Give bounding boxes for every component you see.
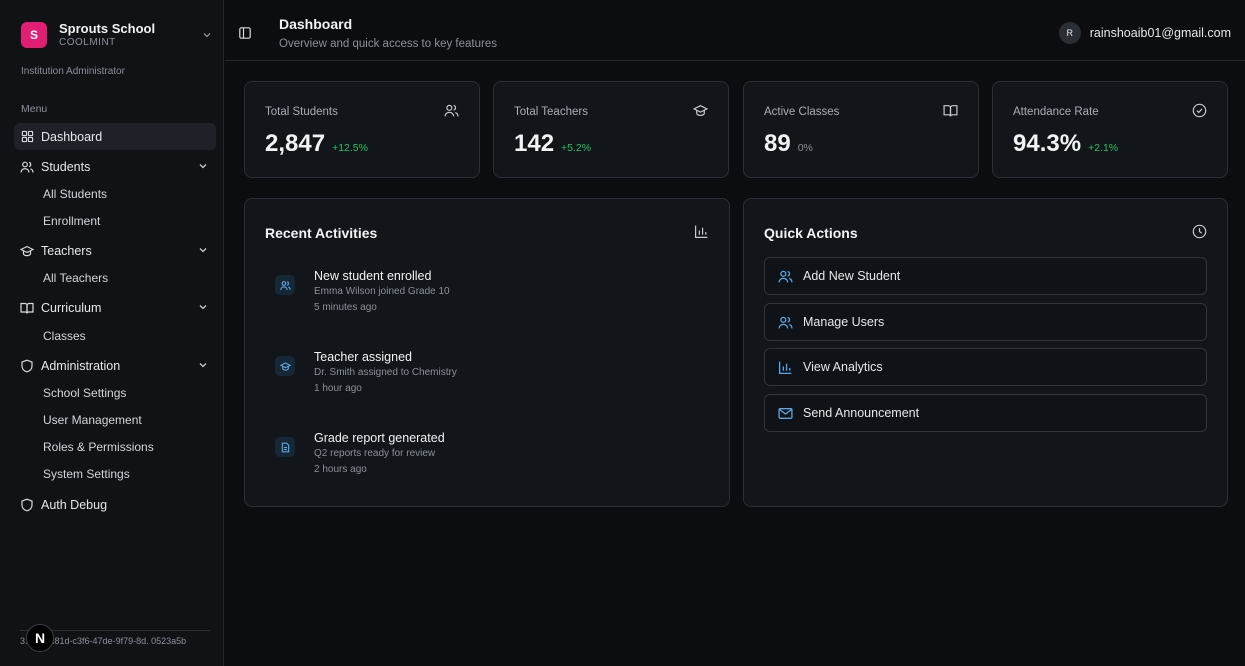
stat-card-active-classes: Active Classes 89 0% [743,81,979,178]
users-icon [778,316,793,328]
users-icon [275,275,295,295]
activity-item: Teacher assigned Dr. Smith assigned to C… [275,350,715,400]
stat-delta: +2.1% [1088,142,1119,154]
stat-delta: +5.2% [561,142,592,154]
sidebar-item-curriculum[interactable]: Curriculum [14,294,216,321]
stat-label: Total Students [265,106,338,118]
stat-label: Attendance Rate [1013,106,1099,118]
manage-users-button[interactable]: Manage Users [764,303,1207,341]
button-label: Add New Student [803,269,901,283]
stat-delta: +12.5% [332,142,368,154]
sidebar-toggle-icon[interactable] [239,27,251,39]
org-name: Sprouts School [59,21,156,36]
sidebar-item-enrollment[interactable]: Enrollment [43,211,100,231]
org-logo: S [21,22,47,48]
shield-icon [20,359,34,373]
activity-desc: Q2 reports ready for review [314,448,436,459]
top-header: Dashboard Overview and quick access to k… [225,0,1245,61]
bar-chart-icon [695,225,708,238]
quick-actions-panel: Quick Actions Add New Student Manage Use… [743,198,1228,507]
button-label: Send Announcement [803,406,920,420]
activity-time: 1 hour ago [314,383,362,394]
chevron-down-icon [199,248,207,253]
user-email: rainshoaib01@gmail.com [1089,26,1231,40]
file-text-icon [275,437,295,457]
stat-card-total-teachers: Total Teachers 142 +5.2% [493,81,729,178]
activity-desc: Dr. Smith assigned to Chemistry [314,367,457,378]
button-label: Manage Users [803,315,885,329]
page-subtitle: Overview and quick access to key feature… [279,38,497,50]
stat-delta: 0% [797,142,813,154]
button-label: View Analytics [803,360,883,374]
chevron-down-icon [199,164,207,169]
activity-title: Grade report generated [314,431,445,445]
layout-grid-icon [20,130,34,144]
graduation-cap-icon [275,356,295,376]
sidebar-item-label: Teachers [41,243,92,258]
activity-title: New student enrolled [314,269,432,283]
stat-value: 142 [514,130,555,157]
sidebar-item-teachers[interactable]: Teachers [14,237,216,264]
recent-activities-panel: Recent Activities New student enrolled E… [244,198,730,507]
book-open-icon [943,105,958,117]
chevron-down-icon [199,363,207,368]
mail-icon [778,407,793,419]
check-circle-icon [1192,103,1207,118]
panel-title: Quick Actions [764,225,858,241]
sidebar-item-label: Students [41,159,91,174]
users-icon [778,270,793,282]
users-icon [444,104,459,117]
activity-item: Grade report generated Q2 reports ready … [275,431,715,481]
activity-title: Teacher assigned [314,350,412,364]
users-icon [20,160,34,174]
sidebar-item-auth-debug[interactable]: Auth Debug [14,491,216,518]
sidebar-item-dashboard[interactable]: Dashboard [14,123,216,150]
clock-icon [1192,224,1207,239]
activity-time: 5 minutes ago [314,302,377,313]
sidebar-item-students[interactable]: Students [14,153,216,180]
org-code: COOLMINT [59,37,116,48]
sidebar-item-school-settings[interactable]: School Settings [43,383,126,403]
bar-chart-icon [778,361,792,374]
panel-title: Recent Activities [265,225,378,241]
sidebar-item-administration[interactable]: Administration [14,352,216,379]
sidebar-item-classes[interactable]: Classes [43,326,86,346]
menu-label: Menu [21,103,48,115]
chevron-down-icon [202,30,216,40]
graduation-cap-icon [20,244,34,258]
sidebar-item-label: Curriculum [41,300,102,315]
sidebar-item-label: Administration [41,358,121,373]
avatar: R [1058,22,1081,44]
stat-value: 89 [764,130,791,157]
stat-value: 94.3% [1013,130,1082,157]
stat-label: Active Classes [764,106,840,118]
sidebar-item-all-teachers[interactable]: All Teachers [43,268,108,288]
shield-icon [20,498,34,512]
activity-item: New student enrolled Emma Wilson joined … [275,269,715,319]
send-announcement-button[interactable]: Send Announcement [764,394,1207,432]
activity-desc: Emma Wilson joined Grade 10 [314,286,450,297]
sidebar-item-roles-permissions[interactable]: Roles & Permissions [43,437,154,457]
sidebar-item-all-students[interactable]: All Students [43,184,107,204]
sidebar-item-label: Auth Debug [41,497,108,512]
view-analytics-button[interactable]: View Analytics [764,348,1207,386]
book-open-icon [20,301,34,315]
chevron-down-icon [199,305,207,310]
graduation-cap-icon [693,105,708,117]
sidebar-item-system-settings[interactable]: System Settings [43,464,130,484]
role-label: Institution Administrator [21,66,125,77]
stat-card-attendance-rate: Attendance Rate 94.3% +2.1% [992,81,1228,178]
nextjs-dev-badge[interactable]: N [26,624,54,652]
stat-card-total-students: Total Students 2,847 +12.5% [244,81,480,178]
stat-label: Total Teachers [514,106,588,118]
sidebar: S Sprouts School COOLMINT Institution Ad… [0,0,224,666]
activity-time: 2 hours ago [314,464,367,475]
add-new-student-button[interactable]: Add New Student [764,257,1207,295]
sidebar-item-user-management[interactable]: User Management [43,410,142,430]
page-title: Dashboard [279,16,353,32]
stat-value: 2,847 [265,130,326,157]
sidebar-item-label: Dashboard [41,129,103,144]
user-menu[interactable]: R rainshoaib01@gmail.com [1058,22,1231,44]
org-switcher[interactable]: S Sprouts School COOLMINT [12,14,216,56]
